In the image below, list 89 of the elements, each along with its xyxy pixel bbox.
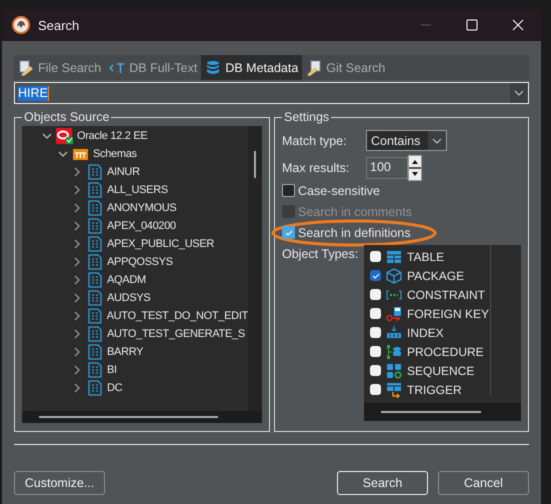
tree-item[interactable]: APEX_040200	[22, 217, 248, 235]
schema-icon	[86, 290, 104, 306]
tree-item[interactable]: APPQOSSYS	[22, 253, 248, 271]
tree-item[interactable]: AUTO_TEST_GENERATE_S	[22, 325, 248, 343]
checkbox-label: Search in comments	[298, 204, 412, 218]
schema-icon	[86, 218, 104, 234]
search-button[interactable]: Search	[337, 471, 428, 495]
schema-icon	[86, 308, 104, 324]
document-pen-icon	[306, 60, 322, 76]
object-type-label: PROCEDURE	[407, 344, 484, 358]
chevron-down-icon[interactable]	[432, 138, 442, 144]
table-icon	[386, 250, 402, 264]
chevron-down-icon	[514, 90, 524, 96]
object-type-label: TABLE	[407, 250, 444, 264]
checkbox[interactable]	[370, 327, 381, 338]
key-icon	[386, 306, 402, 322]
schema-icon	[86, 164, 104, 180]
schema-icon	[86, 362, 104, 378]
tab[interactable]: DB Full-Text	[105, 55, 202, 80]
dropdown-button[interactable]	[510, 83, 528, 103]
database-connection-icon	[56, 128, 74, 144]
field-label: Max results:	[282, 160, 350, 174]
checkbox[interactable]	[282, 184, 295, 197]
search-field[interactable]: HIRE	[14, 82, 529, 104]
schema-icon	[86, 200, 104, 216]
tree-item[interactable]: AUTO_TEST_DO_NOT_EDIT	[22, 307, 248, 325]
group-title: Settings	[283, 110, 330, 124]
tree-item[interactable]: Schemas	[22, 145, 248, 163]
object-type-label: PACKAGE	[407, 268, 464, 282]
tree-item[interactable]: ANONYMOUS	[22, 199, 248, 217]
object-type-label: SEQUENCE	[407, 364, 474, 378]
schema-icon	[86, 344, 104, 360]
tab[interactable]: Git Search	[302, 55, 390, 80]
sequence-icon	[386, 362, 402, 378]
tree-item[interactable]: APEX_PUBLIC_USER	[22, 235, 248, 253]
checkbox[interactable]	[370, 251, 381, 262]
box-icon	[386, 268, 402, 284]
tree-item[interactable]: AQADM	[22, 271, 248, 289]
spinner-arrows-icon[interactable]	[408, 154, 422, 180]
checkbox[interactable]	[370, 384, 381, 395]
checkbox-label: Search in definitions	[298, 226, 411, 240]
document-pen-icon	[18, 60, 34, 76]
schema-icon	[86, 326, 104, 342]
cancel-button[interactable]: Cancel	[438, 471, 529, 495]
schema-icon	[86, 254, 104, 270]
customize-button[interactable]: Customize...	[14, 471, 105, 495]
checkbox[interactable]	[370, 346, 381, 357]
field-label: Match type:	[282, 134, 348, 148]
tree-item[interactable]: Oracle 12.2 EE	[22, 127, 248, 145]
maximize-button[interactable]	[466, 19, 478, 31]
folder-icon	[72, 146, 90, 162]
index-icon	[386, 326, 402, 340]
max-results-field[interactable]: 100	[366, 156, 408, 178]
tree-item[interactable]: BI	[22, 361, 248, 379]
schema-icon	[86, 182, 104, 198]
checkbox[interactable]	[370, 270, 381, 281]
tab[interactable]: DB Metadata	[201, 55, 302, 80]
schema-icon	[86, 380, 104, 396]
scrollbar[interactable]	[364, 403, 521, 421]
object-type-label: INDEX	[407, 326, 444, 340]
procedure-icon	[386, 344, 402, 360]
object-type-label: CONSTRAINT	[407, 288, 485, 302]
window-title: Search	[38, 18, 80, 32]
tree-item[interactable]: AINUR	[22, 163, 248, 181]
tree-item[interactable]: ALL_USERS	[22, 181, 248, 199]
close-button[interactable]	[512, 19, 524, 31]
scrollbar[interactable]	[248, 126, 262, 411]
tab[interactable]: File Search	[14, 55, 106, 80]
checkbox[interactable]	[282, 226, 295, 239]
tree-item[interactable]: BARRY	[22, 343, 248, 361]
match-type-dropdown[interactable]: Contains	[366, 130, 447, 151]
object-type-label: FOREIGN KEY	[407, 306, 490, 320]
app-logo-icon	[12, 16, 30, 34]
checkbox-label: Case-sensitive	[298, 184, 380, 198]
database-icon	[205, 60, 222, 76]
checkmark-icon	[284, 228, 294, 238]
trigger-icon	[386, 382, 402, 398]
tree-item[interactable]: AUDSYS	[22, 289, 248, 307]
schema-icon	[86, 272, 104, 288]
field-label: Object Types:	[282, 247, 358, 263]
group-title: Objects Source	[23, 110, 110, 124]
checkbox[interactable]	[370, 308, 381, 319]
schema-icon	[86, 236, 104, 252]
object-type-label: TRIGGER	[407, 382, 462, 396]
tree-item[interactable]: DC	[22, 379, 248, 397]
checkbox[interactable]	[370, 289, 381, 300]
checkbox[interactable]	[370, 365, 381, 376]
scrollbar[interactable]	[22, 411, 262, 423]
constraint-icon	[386, 290, 402, 300]
